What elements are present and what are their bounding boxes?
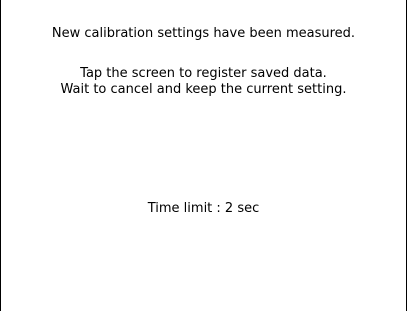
time-limit-countdown: Time limit : 2 sec	[147, 201, 260, 216]
wait-instruction: Wait to cancel and keep the current sett…	[60, 82, 347, 97]
calibration-confirm-screen[interactable]: New calibration settings have been measu…	[0, 0, 407, 311]
tap-instruction: Tap the screen to register saved data.	[80, 66, 327, 81]
measured-message: New calibration settings have been measu…	[51, 26, 356, 41]
